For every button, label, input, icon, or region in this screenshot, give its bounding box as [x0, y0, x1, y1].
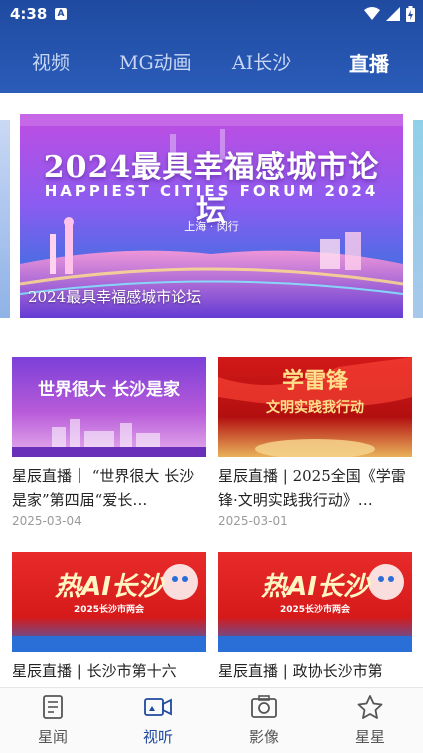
image-icon [251, 695, 277, 718]
card-thumb-subheadline: 2025长沙市两会 [279, 605, 351, 615]
thumbnail-art [12, 419, 206, 457]
header: 4:38 A 视频 MG动画 AI长沙 直播 [0, 0, 423, 93]
carousel-prev-peek[interactable] [0, 120, 10, 318]
card-thumb-headline: 热AI长沙 [261, 572, 369, 602]
tab-ai-changsha[interactable]: AI长沙 [232, 48, 291, 75]
live-card-3[interactable]: 热AI长沙 2025长沙市两会 星辰直播 | 长沙市第十六 [12, 552, 206, 707]
bottom-nav-news[interactable]: 星闻 [18, 694, 88, 747]
status-time: 4:38 [10, 5, 48, 23]
bottom-nav-star[interactable]: 星星 [335, 694, 405, 747]
bottom-nav-video[interactable]: 视听 [123, 694, 193, 747]
battery-icon [406, 6, 415, 22]
card-thumb-headline: 热AI长沙 [55, 572, 163, 602]
carousel-next-peek[interactable] [413, 120, 423, 318]
wifi-icon [364, 7, 380, 20]
top-tabs: 视频 MG动画 AI长沙 直播 [0, 40, 423, 84]
bottom-nav-label: 星闻 [37, 728, 68, 746]
card-thumbnail: 学雷锋 文明实践我行动 [218, 357, 412, 457]
live-card-4[interactable]: 热AI长沙 2025长沙市两会 星辰直播 | 政协长沙市第 [218, 552, 412, 707]
hero-banner[interactable]: 2024最具幸福感城市论坛 HAPPIEST CITIES FORUM 2024… [20, 114, 403, 318]
live-card-1[interactable]: 世界很大 长沙是家 星辰直播｜ “世界很大 长沙是家”第四届“爱长… 2025-… [12, 357, 206, 528]
tab-mg-animation[interactable]: MG动画 [119, 48, 192, 75]
status-bar: 4:38 A [0, 0, 423, 30]
hero-caption: 2024最具幸福感城市论坛 [28, 288, 202, 306]
live-card-2[interactable]: 学雷锋 文明实践我行动 星辰直播 | 2025全国《学雷锋·文明实践我行动》… … [218, 357, 412, 528]
system-icons [364, 6, 415, 22]
card-thumbnail: 热AI长沙 2025长沙市两会 [12, 552, 206, 652]
card-thumbnail: 热AI长沙 2025长沙市两会 [218, 552, 412, 652]
tab-video[interactable]: 视频 [32, 48, 70, 75]
card-thumb-subheadline: 2025长沙市两会 [73, 605, 145, 615]
bottom-nav-label: 视听 [142, 728, 173, 746]
bottom-nav-label: 影像 [248, 728, 279, 746]
news-icon [43, 695, 63, 719]
notification-badge-icon: A [55, 8, 67, 20]
hero-location: 上海 · 闵行 [184, 220, 239, 233]
card-thumb-headline: 世界很大 长沙是家 [38, 380, 180, 400]
app-root: 4:38 A 视频 MG动画 AI长沙 直播 2024最具幸福感城市论坛 HAP… [0, 0, 423, 753]
video-icon [144, 698, 172, 716]
card-title: 星辰直播 | 2025全国《学雷锋·文明实践我行动》… [218, 467, 406, 509]
bottom-nav-image[interactable]: 影像 [229, 694, 299, 747]
star-icon [357, 695, 383, 719]
card-date: 2025-03-04 [12, 514, 82, 528]
bottom-nav: 星闻 视听 影像 星星 [0, 687, 423, 753]
bottom-nav-label: 星星 [354, 728, 385, 746]
hero-subtitle: HAPPIEST CITIES FORUM 2024 [44, 182, 379, 200]
card-thumbnail: 世界很大 长沙是家 [12, 357, 206, 457]
card-date: 2025-03-01 [218, 514, 288, 528]
tab-live[interactable]: 直播 [349, 48, 389, 77]
card-title: 星辰直播｜ “世界很大 长沙是家”第四届“爱长… [12, 467, 195, 509]
card-thumb-subheadline: 文明实践我行动 [266, 400, 364, 416]
signal-icon [386, 7, 400, 21]
card-thumb-headline: 学雷锋 [281, 369, 348, 394]
